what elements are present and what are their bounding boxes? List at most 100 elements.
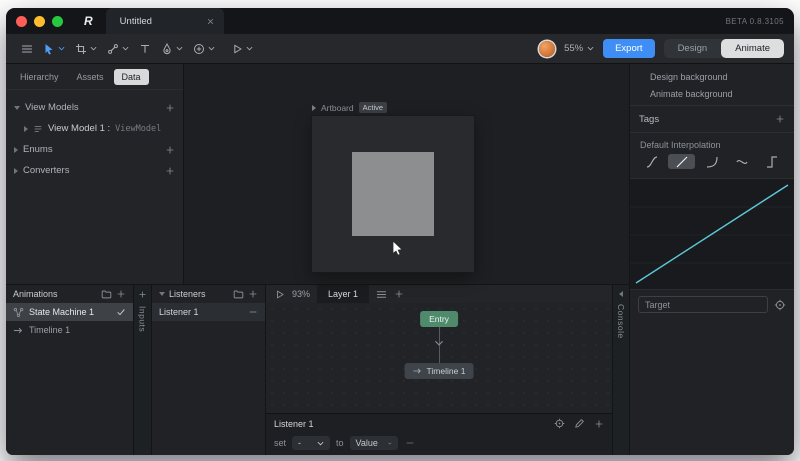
animate-mode-button[interactable]: Animate [721, 39, 784, 58]
play-tool-button[interactable] [226, 38, 258, 60]
tab-close-icon[interactable] [206, 17, 215, 26]
listener-item-label: Listener 1 [159, 307, 199, 317]
listener-editor: Listener 1 set - [266, 413, 612, 455]
inspector-empty-area [630, 313, 794, 455]
zoom-window-button[interactable] [52, 16, 63, 27]
caret-right-icon[interactable] [14, 147, 18, 153]
toolbar: 55% Export Design Animate [6, 34, 794, 64]
animations-folder-icon[interactable] [101, 289, 112, 300]
add-tag-button[interactable] [775, 114, 785, 124]
add-enum-button[interactable] [165, 145, 175, 155]
timeline-item[interactable]: Timeline 1 [6, 321, 133, 339]
ease-in-out-interpolation-button[interactable] [638, 154, 665, 169]
animations-header: Animations [6, 285, 133, 303]
value-type-label: Value [356, 438, 378, 448]
tree-row-enums[interactable]: Enums [6, 139, 183, 160]
pen-tool-button[interactable] [156, 38, 188, 60]
state-machine-graph[interactable]: Entry Timeline 1 [266, 303, 612, 413]
elastic-interpolation-button[interactable] [728, 154, 755, 169]
add-input-button[interactable] [138, 290, 147, 299]
add-view-model-button[interactable] [165, 103, 175, 113]
tab-hierarchy-label: Hierarchy [20, 72, 59, 82]
design-mode-button[interactable]: Design [664, 39, 722, 58]
entry-node-label: Entry [429, 314, 449, 324]
remove-listener-button[interactable] [248, 307, 258, 317]
hold-interpolation-button[interactable] [758, 154, 785, 169]
add-action-button[interactable] [594, 419, 604, 429]
artboard-tool-button[interactable] [70, 38, 102, 60]
cubic-interpolation-button[interactable] [698, 154, 725, 169]
user-avatar[interactable] [539, 41, 555, 57]
tree-row-converters[interactable]: Converters [6, 160, 183, 181]
inputs-collapsed-panel[interactable]: Inputs [134, 285, 152, 455]
minimize-window-button[interactable] [34, 16, 45, 27]
linear-interpolation-button[interactable] [668, 154, 695, 169]
timeline-icon [413, 366, 423, 376]
file-tab[interactable]: Untitled [106, 8, 224, 34]
caret-right-icon[interactable] [24, 126, 28, 132]
rectangle-shape[interactable] [352, 152, 434, 236]
value-type-dropdown[interactable]: Value [350, 436, 398, 450]
view-model-1-label: View Model 1 : [48, 123, 110, 134]
caret-down-icon[interactable] [14, 106, 20, 110]
console-collapsed-panel[interactable]: Console [613, 285, 629, 455]
tab-data[interactable]: Data [114, 69, 149, 85]
artboard-active-badge: Active [359, 102, 387, 113]
caret-right-icon[interactable] [14, 168, 18, 174]
export-button[interactable]: Export [603, 39, 654, 58]
toolbar-right: 55% Export Design Animate [539, 39, 784, 58]
listeners-folder-icon[interactable] [233, 289, 244, 300]
animate-label: Animate [735, 43, 770, 54]
shapes-tool-button[interactable] [188, 38, 220, 60]
bone-tool-button[interactable] [102, 38, 134, 60]
transition-arrow-icon [435, 340, 444, 346]
animate-background-row[interactable]: Animate background [630, 85, 794, 102]
select-tool-button[interactable] [38, 38, 70, 60]
design-label: Design [678, 43, 708, 54]
tree-row-view-model-1[interactable]: View Model 1 : ViewModel [6, 118, 183, 139]
timeline-node-label: Timeline 1 [427, 366, 466, 376]
divider [630, 105, 794, 106]
chevron-down-icon [58, 46, 65, 51]
text-tool-button[interactable] [134, 38, 156, 60]
timeline-label: Timeline 1 [29, 325, 70, 335]
add-layer-button[interactable] [394, 289, 404, 299]
close-window-button[interactable] [16, 16, 27, 27]
play-icon[interactable] [274, 289, 285, 300]
graph-zoom-value[interactable]: 93% [292, 289, 310, 299]
timeline-node[interactable]: Timeline 1 [405, 363, 474, 379]
design-background-label: Design background [650, 72, 728, 82]
zoom-control[interactable]: 55% [564, 43, 594, 54]
tab-assets[interactable]: Assets [69, 69, 112, 85]
layer-tab[interactable]: Layer 1 [317, 285, 369, 303]
add-converter-button[interactable] [165, 166, 175, 176]
expand-console-icon[interactable] [619, 291, 623, 297]
layer-menu-icon[interactable] [376, 289, 387, 300]
animate-background-label: Animate background [650, 89, 733, 99]
interpolation-label: Default Interpolation [640, 140, 721, 150]
target-picker-icon[interactable] [774, 299, 786, 311]
content-column: Hierarchy Assets Data View Models [6, 64, 629, 455]
target-row: Target [630, 290, 794, 313]
listener-target-icon[interactable] [554, 418, 565, 429]
add-listener-button[interactable] [248, 289, 258, 299]
main-area: Hierarchy Assets Data View Models [6, 64, 794, 455]
caret-down-icon[interactable] [159, 292, 165, 296]
artboard-header[interactable]: Artboard Active [312, 102, 387, 113]
tab-hierarchy[interactable]: Hierarchy [12, 69, 67, 85]
edit-listener-icon[interactable] [574, 418, 585, 429]
tree-row-view-models[interactable]: View Models [6, 97, 183, 118]
main-menu-button[interactable] [16, 38, 38, 60]
listener-item[interactable]: Listener 1 [152, 303, 265, 321]
design-background-row[interactable]: Design background [630, 68, 794, 85]
timeline-icon [13, 325, 24, 336]
state-machine-item[interactable]: State Machine 1 [6, 303, 133, 321]
target-input[interactable]: Target [638, 296, 768, 313]
set-property-dropdown[interactable]: - [292, 436, 330, 450]
listener-action-row: set - to Value [266, 433, 612, 453]
interpolation-curve-editor[interactable] [630, 178, 794, 290]
add-animation-button[interactable] [116, 289, 126, 299]
target-placeholder: Target [645, 300, 670, 310]
stage-canvas[interactable]: Artboard Active [184, 64, 629, 284]
entry-node[interactable]: Entry [420, 311, 458, 327]
